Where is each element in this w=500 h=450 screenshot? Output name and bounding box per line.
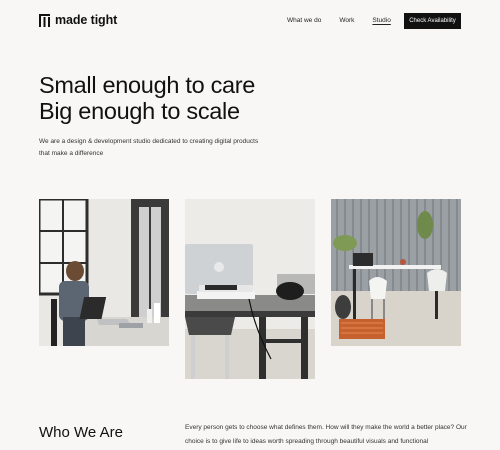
woman-working-at-desk-photo [39,199,169,346]
brand-logo[interactable]: made tight [39,13,117,27]
who-we-are-heading: Who We Are [39,424,123,441]
hero-description: We are a design & development studio ded… [39,138,259,157]
hero-line-2: Big enough to scale [39,98,240,124]
who-we-are-text: Every person gets to choose what defines… [185,424,467,445]
hero-title: Small enough to care Big enough to scale [39,72,255,124]
nav-what-we-do[interactable]: What we do [287,17,321,25]
check-availability-button[interactable]: Check Availability [404,13,461,29]
laptop-and-headphones-desk-photo [185,199,315,379]
main-nav: What we do Work Studio [287,17,409,25]
patio-workspace-photo [331,199,461,346]
hero-line-1: Small enough to care [39,72,256,98]
nav-studio[interactable]: Studio [372,17,390,25]
grid-logo-icon [39,13,50,27]
nav-work[interactable]: Work [339,17,354,25]
brand-name: made tight [55,13,118,27]
